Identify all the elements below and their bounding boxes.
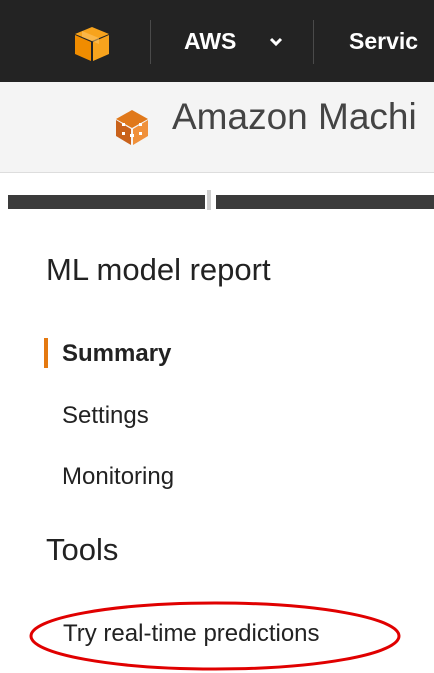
highlight-ellipse — [29, 601, 401, 671]
tools-heading: Tools — [46, 532, 119, 567]
sidebar-item-summary[interactable]: Summary — [62, 340, 171, 368]
services-menu-button[interactable]: Servic — [349, 28, 418, 55]
sidebar-item-settings[interactable]: Settings — [62, 402, 149, 430]
tab-strip-segment[interactable] — [8, 195, 205, 209]
topbar-divider — [150, 20, 151, 64]
chevron-down-icon[interactable] — [269, 37, 283, 47]
amazon-ml-icon — [116, 110, 148, 145]
tab-strip-segment[interactable] — [216, 195, 434, 209]
topbar-divider — [313, 20, 314, 64]
aws-top-nav: AWS Servic — [0, 0, 434, 82]
tab-divider — [207, 190, 211, 210]
service-title[interactable]: Amazon Machi — [172, 96, 417, 138]
service-header: Amazon Machi — [0, 82, 434, 173]
sidebar-item-monitoring[interactable]: Monitoring — [62, 463, 174, 491]
active-indicator — [44, 338, 48, 368]
aws-menu-button[interactable]: AWS — [184, 28, 236, 55]
aws-box-icon[interactable] — [73, 26, 111, 62]
report-title: ML model report — [46, 252, 271, 287]
